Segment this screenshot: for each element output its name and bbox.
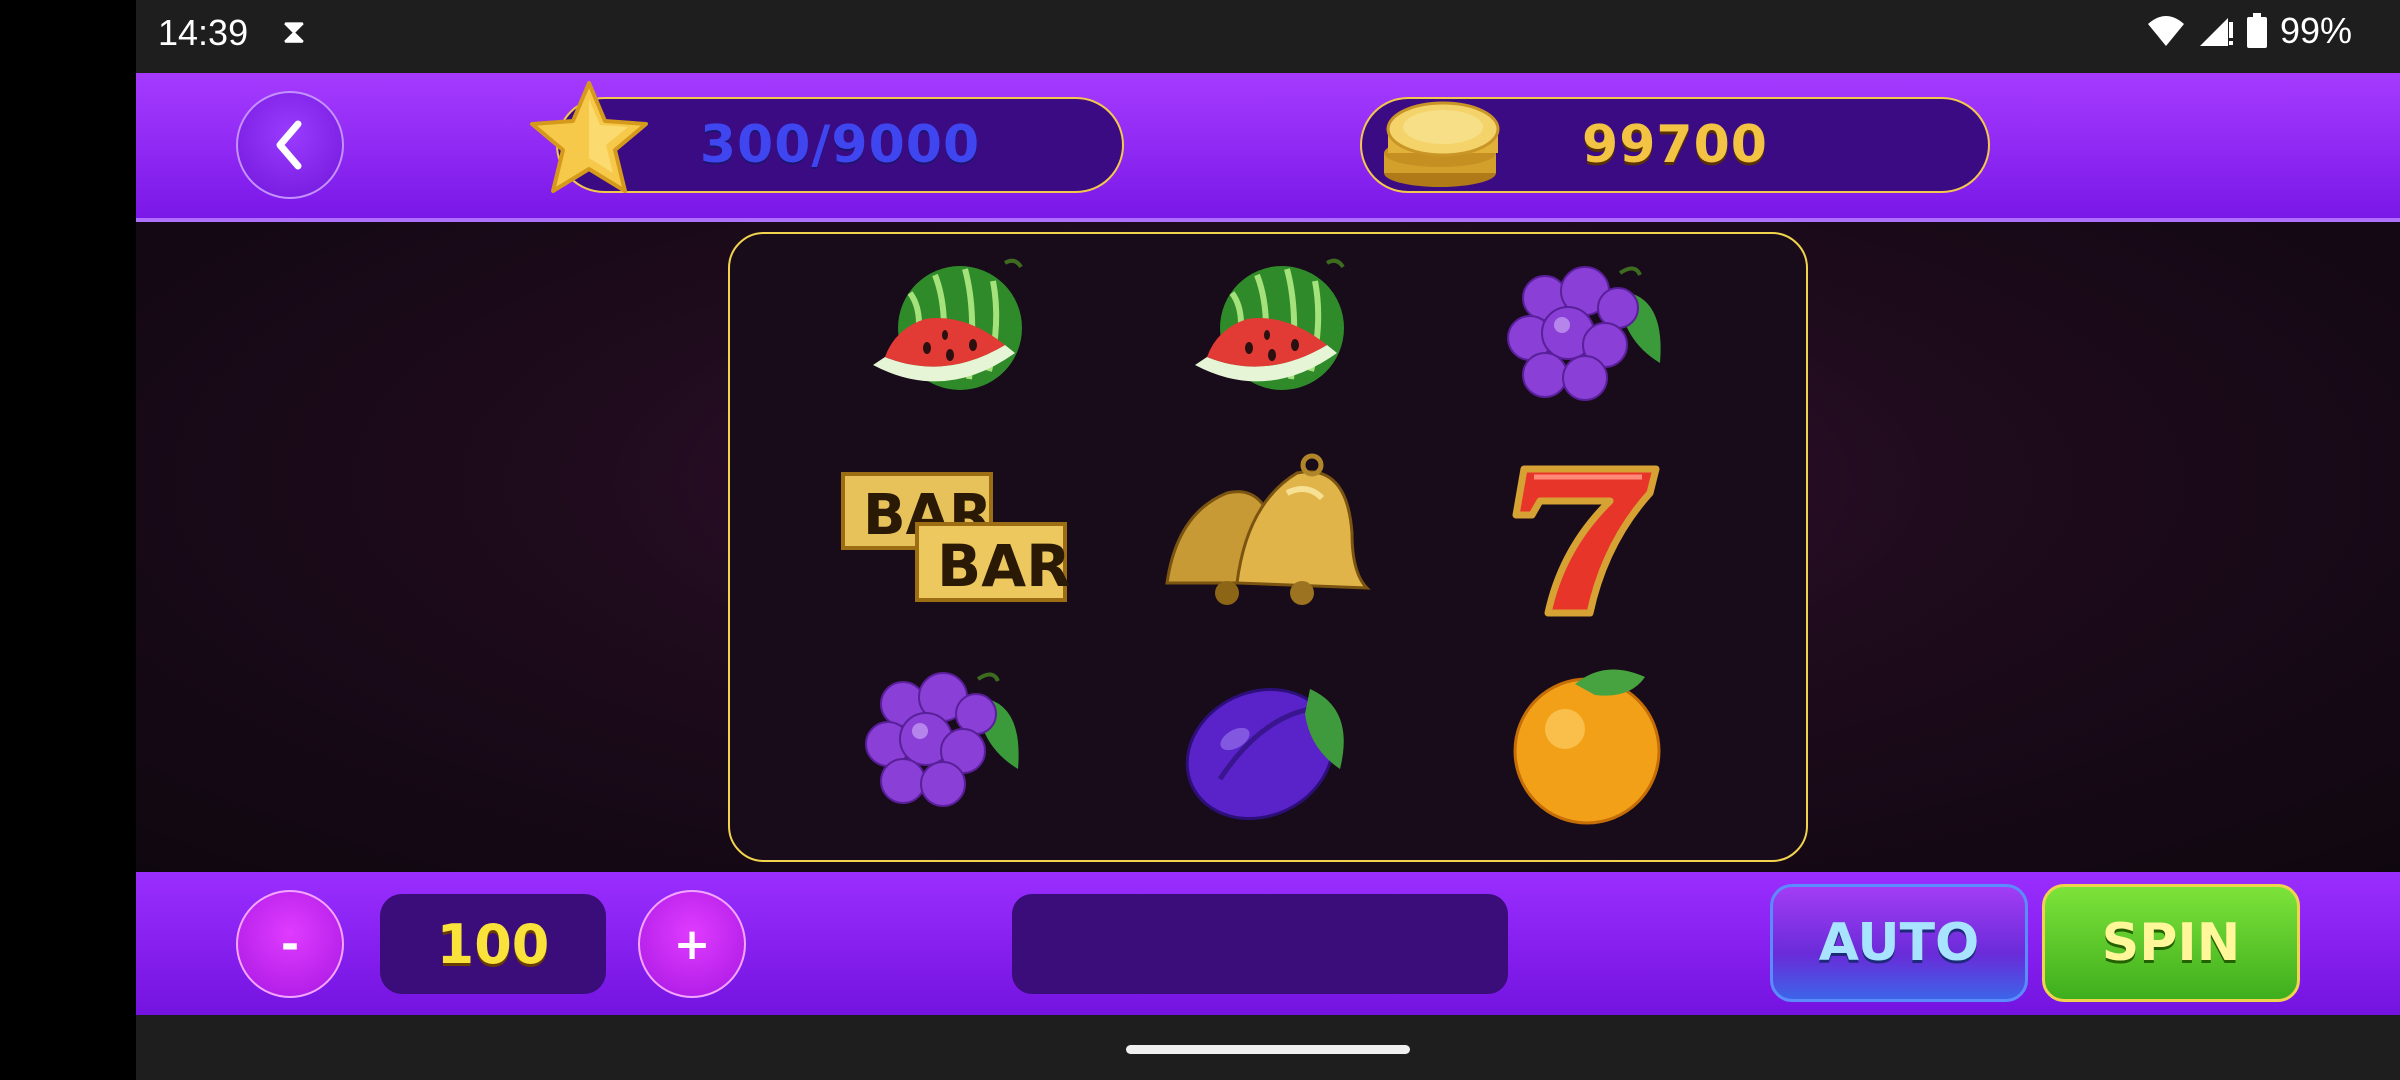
wifi-icon xyxy=(2147,16,2184,46)
plum-icon xyxy=(1185,687,1344,821)
orange-icon xyxy=(1513,669,1661,825)
reel-cell-plum xyxy=(1170,654,1370,834)
home-gesture-handle[interactable] xyxy=(1126,1045,1410,1054)
reel-cell-grapes xyxy=(848,654,1048,834)
reel-cell-seven xyxy=(1490,448,1690,628)
battery-icon xyxy=(2246,13,2267,48)
decrease-bet-label: - xyxy=(280,918,300,970)
hourglass-icon: ⧗ xyxy=(282,13,306,51)
bottom-control-bar: - 100 + AUTO SPIN xyxy=(136,872,2400,1019)
status-bar: 14:39 ⧗ 99% xyxy=(136,0,2400,73)
system-nav-bar xyxy=(136,1015,2400,1080)
auto-button[interactable]: AUTO xyxy=(1770,884,2028,1002)
watermelon-icon xyxy=(873,258,1023,390)
xp-text: 300/9000 xyxy=(699,115,981,175)
status-time: 14:39 xyxy=(158,12,249,53)
increase-bet-button[interactable]: + xyxy=(638,890,746,998)
status-right-icons: 99% xyxy=(2146,10,2352,52)
coin-balance: 99700 xyxy=(1582,115,1768,175)
decrease-bet-button[interactable]: - xyxy=(236,890,344,998)
back-button[interactable] xyxy=(236,91,344,199)
seven-icon xyxy=(1512,465,1660,617)
signal-icon xyxy=(2199,18,2233,46)
double-bar-icon: BAR BAR xyxy=(841,472,1069,602)
bells-icon xyxy=(1165,453,1371,605)
left-black-margin xyxy=(0,0,136,1080)
reel-cell-orange xyxy=(1490,654,1690,834)
star-icon xyxy=(530,81,648,193)
grapes-icon xyxy=(865,672,1019,807)
bet-amount-display: 100 xyxy=(380,894,606,994)
win-display xyxy=(1012,894,1508,994)
bet-value: 100 xyxy=(436,912,550,976)
auto-label: AUTO xyxy=(1818,913,1980,973)
grapes-icon xyxy=(1507,266,1661,401)
watermelon-icon xyxy=(1195,258,1345,390)
spin-button[interactable]: SPIN xyxy=(2042,884,2300,1002)
coin-stack-icon xyxy=(1384,101,1500,187)
spin-label: SPIN xyxy=(2101,913,2241,973)
reel-cell-bells xyxy=(1142,448,1392,628)
reel-cell-watermelon xyxy=(850,248,1050,428)
chevron-left-icon xyxy=(276,120,302,170)
increase-bet-label: + xyxy=(673,918,711,970)
battery-percent: 99% xyxy=(2279,10,2352,51)
reel-cell-double-bar: BAR BAR xyxy=(834,448,1074,628)
top-bar: 300/9000 99700 xyxy=(136,73,2400,222)
reel-cell-grapes xyxy=(1490,248,1690,428)
svg-text:BAR: BAR xyxy=(937,532,1069,600)
reel-cell-watermelon xyxy=(1172,248,1372,428)
reel-frame: BAR BAR xyxy=(728,232,1808,862)
